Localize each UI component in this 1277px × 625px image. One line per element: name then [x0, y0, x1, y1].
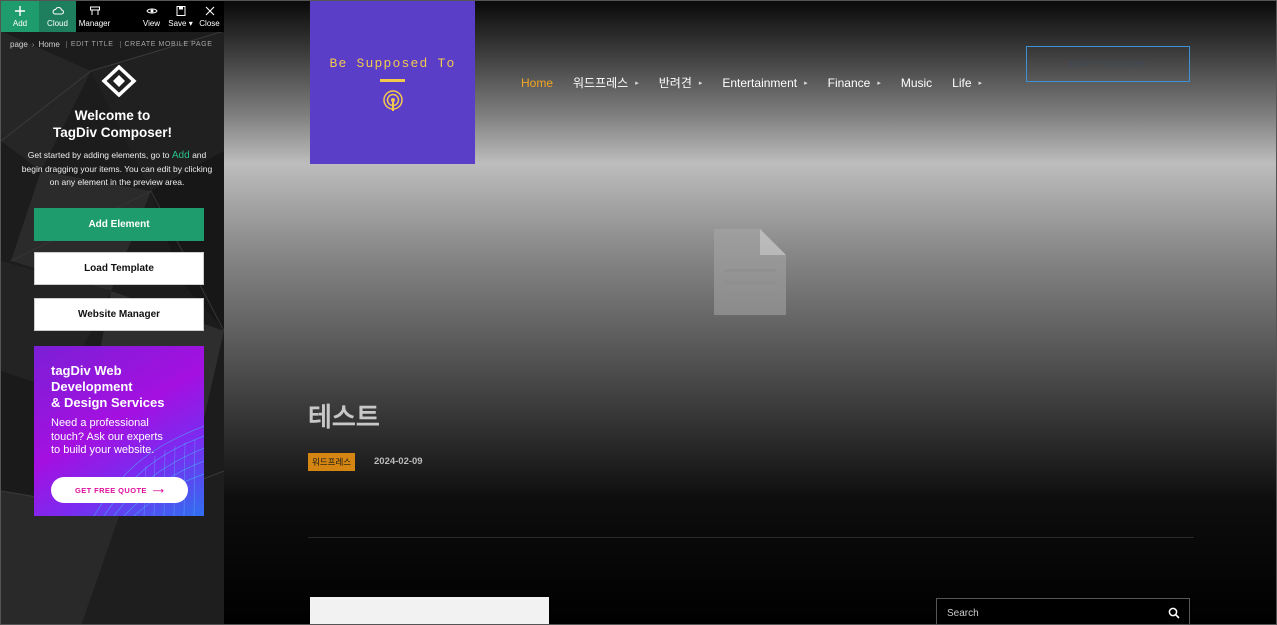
manager-label: Manager	[78, 19, 111, 28]
intro-text: Get started by adding elements, go to Ad…	[17, 149, 217, 190]
tagdiv-logo-icon	[101, 65, 137, 97]
breadcrumb-separator: ›	[31, 40, 35, 49]
caret-right-icon: ▸	[635, 79, 639, 87]
composer-toolbar: Add Cloud Manager View Save ▾ Close	[1, 1, 224, 32]
nav-item-3[interactable]: Entertainment ▸	[722, 76, 807, 90]
manager-button[interactable]: Manager	[76, 1, 113, 32]
close-label: Close	[199, 19, 220, 28]
promo-text-line-1: Need a professional	[51, 417, 149, 429]
category-badge[interactable]: 워드프레스	[308, 453, 356, 471]
content-block	[310, 597, 549, 624]
main-navigation: Home 워드프레스 ▸ 반려견 ▸ Entertainment ▸ Finance ▸ Musi…	[521, 74, 1002, 91]
nav-item-label: Entertainment	[722, 75, 798, 90]
nav-item-label: 반려견	[658, 76, 692, 90]
breadcrumb-root[interactable]: page	[10, 40, 28, 49]
view-button[interactable]: View	[137, 1, 166, 32]
view-label: View	[142, 19, 161, 28]
promo-text: Need a professional touch? Ask our exper…	[51, 417, 201, 458]
save-label: Save ▾	[168, 19, 193, 28]
caret-right-icon: ▸	[978, 79, 983, 87]
promo-text-line-2: touch? Ask our experts	[51, 430, 163, 443]
document-placeholder-icon	[714, 229, 786, 315]
nav-item-0[interactable]: Home	[521, 76, 553, 90]
nav-item-label: Finance	[827, 75, 871, 90]
content-divider	[308, 537, 1194, 538]
promo-title: tagDiv Web Development & Design Services	[51, 363, 201, 411]
arrow-right-icon: ⟶	[152, 485, 164, 495]
nav-item-4[interactable]: Finance ▸	[828, 76, 881, 90]
search-icon	[1168, 607, 1180, 619]
search-widget	[936, 598, 1190, 624]
caret-right-icon: ▸	[804, 79, 808, 87]
promo-title-line-2: Development	[51, 379, 133, 394]
welcome-line-2: TagDiv Composer!	[52, 125, 172, 140]
screen: Add Cloud Manager View Save ▾ Close page…	[0, 0, 1277, 625]
breadcrumb-current: Home	[38, 40, 60, 49]
get-free-quote-button[interactable]: GET FREE QUOTE ⟶	[51, 477, 188, 503]
welcome-line-1: Welcome to	[74, 108, 151, 123]
composer-sidebar: Add Cloud Manager View Save ▾ Close page…	[1, 1, 224, 624]
edit-title-link[interactable]: EDIT TITLE	[65, 41, 114, 48]
add-element-button[interactable]: Add Element	[34, 208, 204, 241]
cloud-button[interactable]: Cloud	[39, 1, 76, 32]
website-manager-button[interactable]: Website Manager	[34, 298, 204, 331]
plus-icon	[15, 6, 25, 16]
add-label: Add	[12, 19, 28, 28]
nav-item-5[interactable]: Music	[901, 76, 932, 90]
site-logo-bar	[380, 79, 405, 82]
podcast-icon	[382, 90, 403, 111]
search-button[interactable]	[1159, 599, 1189, 624]
save-button[interactable]: Save ▾	[166, 1, 195, 32]
site-logo-text: Be Supposed To	[329, 56, 456, 71]
post-title: 테스트	[308, 402, 380, 432]
nav-item-6[interactable]: Life ▸	[952, 76, 982, 90]
intro-add-link[interactable]: Add	[172, 150, 190, 161]
add-button[interactable]: Add	[1, 1, 39, 32]
nav-item-label: 워드프레스	[573, 76, 629, 90]
cloud-icon	[52, 6, 64, 15]
promo-title-line-3: & Design Services	[51, 395, 165, 410]
eye-icon	[145, 8, 158, 14]
nav-item-label: Life	[952, 75, 972, 90]
intro-text-before: Get started by adding elements, go to	[27, 150, 170, 160]
nav-item-2[interactable]: 반려견 ▸	[659, 74, 703, 91]
caret-right-icon: ▸	[698, 79, 703, 87]
promo-text-line-3: to build your website.	[51, 444, 155, 456]
load-template-button[interactable]: Load Template	[34, 252, 204, 285]
save-icon	[176, 6, 185, 16]
nav-item-label: Home	[521, 75, 554, 90]
post-date: 2024-02-09	[374, 456, 423, 467]
nav-item-label: Music	[900, 75, 933, 90]
create-mobile-page-link[interactable]: CREATE MOBILE PAGE	[119, 41, 213, 48]
nav-item-1[interactable]: 워드프레스 ▸	[573, 74, 639, 91]
close-button[interactable]: Close	[195, 1, 224, 32]
cloud-label: Cloud	[47, 19, 68, 28]
get-free-quote-label: GET FREE QUOTE	[74, 485, 147, 495]
search-input[interactable]	[947, 607, 1159, 619]
breadcrumb: page › Home EDIT TITLE CREATE MOBILE PAG…	[10, 40, 212, 49]
promo-banner[interactable]: tagDiv Web Development & Design Services…	[34, 346, 204, 516]
empty-column[interactable]: EMPTY COLUMN	[1026, 46, 1190, 82]
caret-right-icon: ▸	[877, 79, 881, 87]
welcome-heading: Welcome to TagDiv Composer!	[1, 107, 224, 141]
manager-icon	[89, 6, 100, 15]
close-icon	[205, 6, 214, 16]
promo-title-line-1: tagDiv Web	[51, 363, 122, 378]
site-logo[interactable]: Be Supposed To	[310, 1, 475, 164]
preview-area[interactable]: Be Supposed To Home 워드프레스 ▸ 반려견 ▸ Entertainme…	[224, 1, 1276, 624]
